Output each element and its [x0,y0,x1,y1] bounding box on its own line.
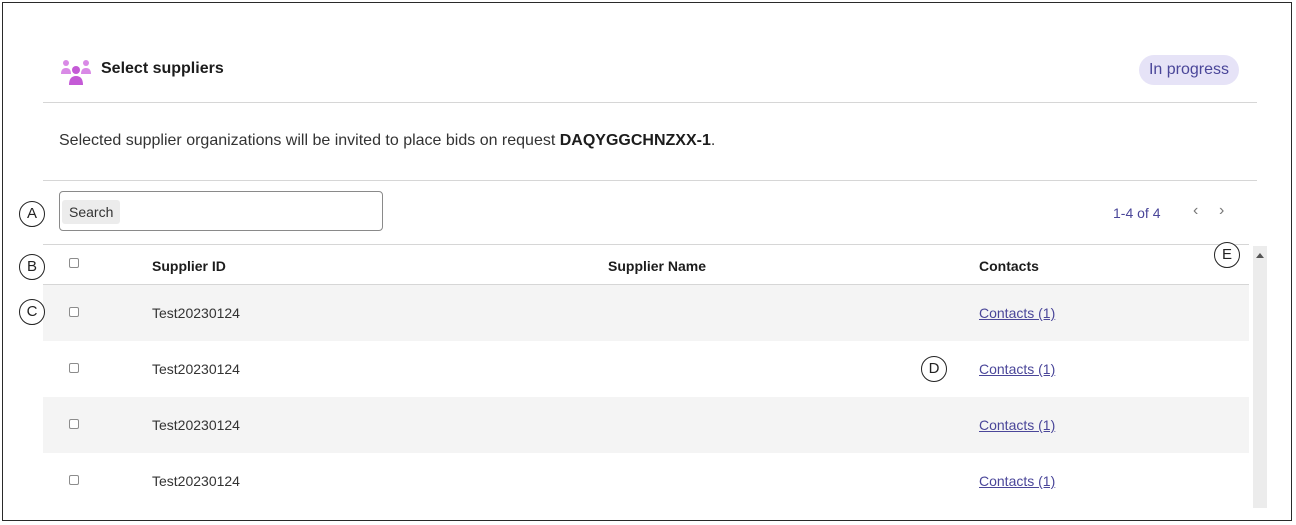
table-scrollbar[interactable] [1253,246,1267,508]
select-all-checkbox[interactable] [69,258,79,268]
suppliers-table: Supplier ID Supplier Name Contacts Test2… [43,244,1249,509]
status-badge: In progress [1138,55,1239,85]
row-checkbox[interactable] [69,419,79,429]
row-checkbox[interactable] [69,363,79,373]
table-row[interactable]: Test20230124 Contacts (1) [43,453,1249,509]
chevron-left-icon[interactable]: ‹ [1193,202,1198,220]
description-suffix: . [710,132,716,149]
table-row[interactable]: Test20230124 Contacts (1) [43,285,1249,341]
supplier-id-cell: Test20230124 [152,417,240,433]
callout-b: B [19,254,45,280]
search-label: Search [62,200,121,224]
select-suppliers-panel: Select suppliers In progress Selected su… [43,3,1267,520]
table-row[interactable]: Test20230124 Contacts (1) [43,397,1249,453]
callout-d: D [921,356,947,382]
screenshot-frame: Select suppliers In progress Selected su… [2,2,1292,521]
header-divider [43,102,1257,103]
scroll-up-arrow-icon[interactable] [1256,253,1264,258]
request-description: Selected supplier organizations will be … [59,132,715,150]
column-header-supplier-id[interactable]: Supplier ID [152,258,226,274]
pagination-range: 1-4 of 4 [1113,205,1161,221]
people-group-icon [61,60,91,85]
callout-c: C [19,299,45,325]
contacts-link[interactable]: Contacts (1) [979,417,1055,433]
column-header-supplier-name[interactable]: Supplier Name [608,258,706,274]
description-divider [43,180,1257,181]
callout-e: E [1214,242,1240,268]
supplier-id-cell: Test20230124 [152,361,240,377]
row-checkbox[interactable] [69,475,79,485]
supplier-id-cell: Test20230124 [152,305,240,321]
table-header-row: Supplier ID Supplier Name Contacts [43,244,1249,285]
table-row[interactable]: Test20230124 Contacts (1) [43,341,1249,397]
column-header-contacts[interactable]: Contacts [979,258,1039,274]
description-text: Selected supplier organizations will be … [59,132,560,149]
contacts-link[interactable]: Contacts (1) [979,305,1055,321]
chevron-right-icon[interactable]: › [1219,202,1224,220]
contacts-link[interactable]: Contacts (1) [979,361,1055,377]
contacts-link[interactable]: Contacts (1) [979,473,1055,489]
callout-a: A [19,201,45,227]
panel-title: Select suppliers [101,60,224,77]
request-id: DAQYGGCHNZXX-1 [559,132,711,149]
supplier-id-cell: Test20230124 [152,473,240,489]
row-checkbox[interactable] [69,307,79,317]
